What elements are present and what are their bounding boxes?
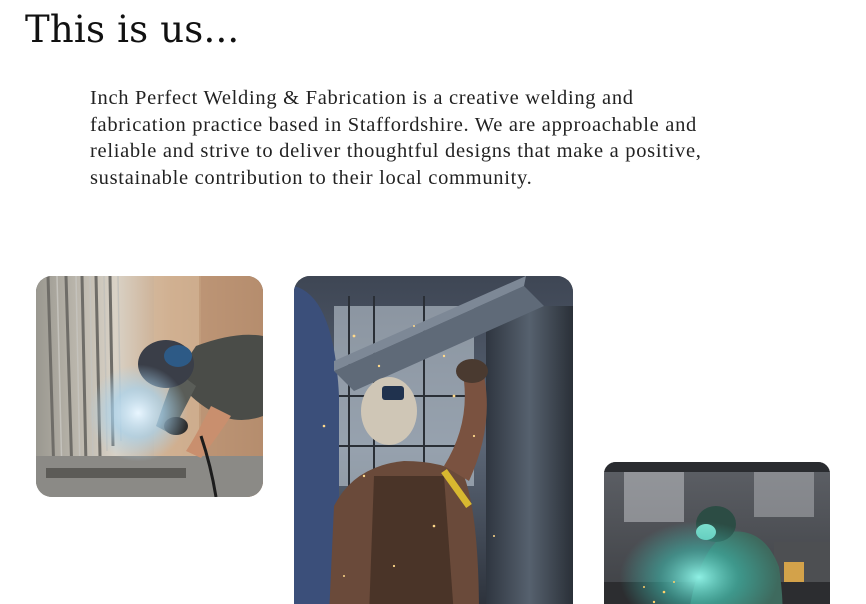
intro-paragraph: Inch Perfect Welding & Fabrication is a … (90, 87, 702, 189)
welder-photo-2-image (294, 276, 573, 604)
welder-photo-1-image (36, 276, 263, 497)
section-heading: This is us... (25, 8, 240, 51)
welder-photo-2 (294, 276, 573, 604)
welder-photo-3 (604, 462, 830, 604)
welder-photo-3-image (604, 462, 830, 604)
welder-photo-1 (36, 276, 263, 497)
